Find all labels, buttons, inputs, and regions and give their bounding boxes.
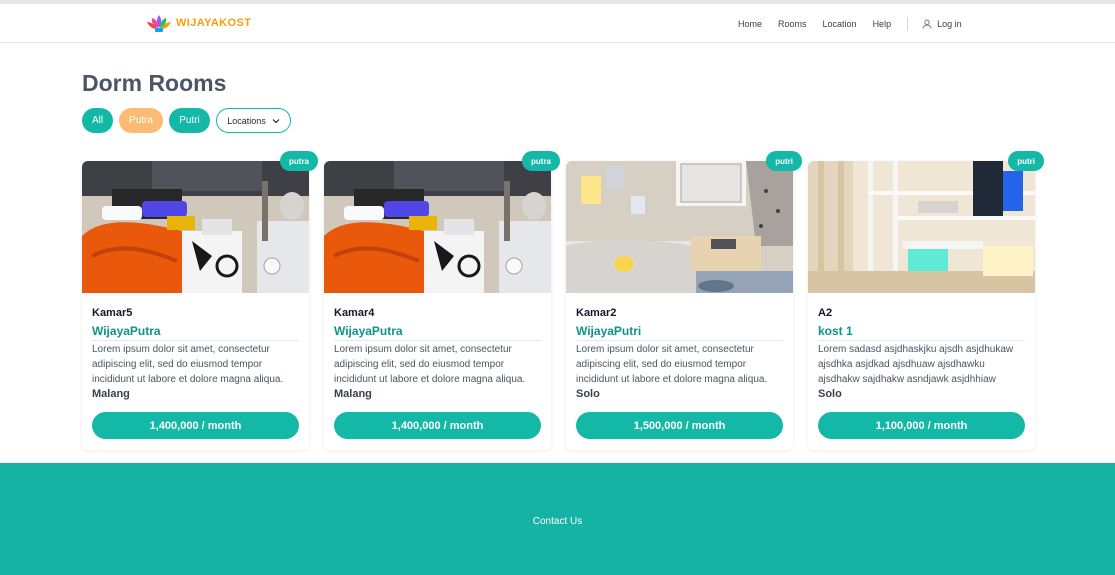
login-link[interactable]: Log in — [922, 19, 962, 29]
filter-all-button[interactable]: All — [82, 108, 113, 133]
room-city: Solo — [576, 388, 600, 400]
type-badge: putri — [1008, 151, 1044, 171]
kost-name: WijayaPutra — [92, 324, 299, 341]
filter-bar: All Putra Putri Locations — [82, 108, 291, 133]
type-badge: putra — [522, 151, 560, 171]
room-card[interactable]: putra Kamar5 WijayaPutra Lorem ipsum dol… — [82, 151, 318, 450]
price-button[interactable]: 1,400,000 / month — [92, 412, 299, 439]
brand-name: WIJAYAKOST — [176, 17, 252, 29]
price-button[interactable]: 1,400,000 / month — [334, 412, 541, 439]
room-photo — [566, 161, 793, 293]
kost-name: WijayaPutri — [576, 324, 783, 341]
nav-divider — [907, 16, 909, 31]
locations-dropdown[interactable]: Locations — [216, 108, 291, 133]
room-card[interactable]: putri Kamar2 WijayaPutri Lorem ipsum dol… — [566, 151, 802, 450]
user-icon — [922, 19, 932, 29]
room-photo — [324, 161, 551, 293]
main-nav: Home Rooms Location Help Log in — [738, 4, 962, 43]
room-card-list: putra Kamar5 WijayaPutra Lorem ipsum dol… — [82, 151, 1044, 450]
kost-name: WijayaPutra — [334, 324, 541, 341]
room-card[interactable]: putri A2 kost 1 Lorem sadasd asjdhaskjku… — [808, 151, 1044, 450]
contact-us-link[interactable]: Contact Us — [0, 516, 1115, 527]
room-photo — [82, 161, 309, 293]
page-title: Dorm Rooms — [82, 70, 227, 96]
room-name: A2 — [818, 307, 833, 319]
price-button[interactable]: 1,100,000 / month — [818, 412, 1025, 439]
nav-help[interactable]: Help — [873, 19, 892, 29]
room-name: Kamar5 — [92, 307, 133, 319]
brand-logo[interactable]: WIJAYAKOST — [146, 13, 251, 33]
room-name: Kamar4 — [334, 307, 375, 319]
nav-rooms[interactable]: Rooms — [778, 19, 807, 29]
login-label: Log in — [937, 18, 962, 29]
room-description: Lorem sadasd asjdhaskjku ajsdh asjdhukaw… — [818, 344, 1014, 385]
nav-home[interactable]: Home — [738, 19, 762, 29]
room-city: Malang — [334, 388, 372, 400]
room-description: Lorem ipsum dolor sit amet, consectetur … — [334, 344, 526, 385]
filter-putra-button[interactable]: Putra — [119, 108, 163, 133]
type-badge: putra — [280, 151, 318, 171]
room-name: Kamar2 — [576, 307, 617, 319]
card-body: Kamar4 WijayaPutra Lorem ipsum dolor sit… — [334, 307, 541, 400]
room-description: Lorem ipsum dolor sit amet, consectetur … — [92, 344, 284, 385]
room-description: Lorem ipsum dolor sit amet, consectetur … — [576, 344, 768, 385]
room-city: Malang — [92, 388, 130, 400]
locations-label: Locations — [227, 115, 266, 126]
filter-putri-button[interactable]: Putri — [169, 108, 210, 133]
type-badge: putri — [766, 151, 802, 171]
room-photo — [808, 161, 1035, 293]
chevron-down-icon — [272, 118, 280, 123]
kost-name: kost 1 — [818, 324, 1025, 341]
price-button[interactable]: 1,500,000 / month — [576, 412, 783, 439]
room-card[interactable]: putra Kamar4 WijayaPutra Lorem ipsum dol… — [324, 151, 560, 450]
card-body: Kamar5 WijayaPutra Lorem ipsum dolor sit… — [92, 307, 299, 400]
room-city: Solo — [818, 388, 842, 400]
footer: Contact Us — [0, 463, 1115, 575]
lotus-logo-icon — [147, 15, 171, 32]
card-body: A2 kost 1 Lorem sadasd asjdhaskjku ajsdh… — [818, 307, 1025, 400]
navbar: WIJAYAKOST Home Rooms Location Help Log … — [0, 4, 1115, 43]
nav-location[interactable]: Location — [823, 19, 857, 29]
card-body: Kamar2 WijayaPutri Lorem ipsum dolor sit… — [576, 307, 783, 400]
